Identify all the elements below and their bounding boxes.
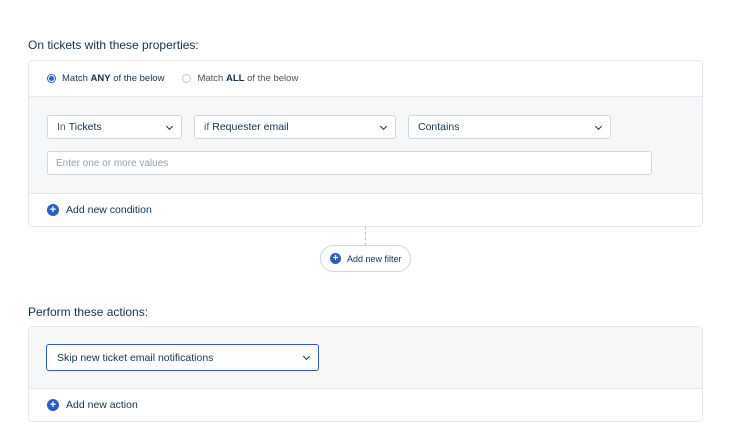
condition-row: In Tickets if Requester email Contains	[29, 97, 702, 194]
conditions-title: On tickets with these properties:	[28, 38, 199, 52]
add-action-label: Add new action	[66, 399, 138, 411]
match-any-suffix: of the below	[110, 73, 165, 84]
radio-checked-icon	[47, 74, 56, 83]
field-value: Requester email	[212, 121, 289, 133]
radio-unchecked-icon	[182, 74, 192, 83]
chevron-down-icon	[594, 122, 603, 131]
operator-value: Contains	[418, 121, 460, 133]
add-condition-button[interactable]: + Add new condition	[29, 194, 702, 226]
action-value: Skip new ticket email notifications	[57, 351, 214, 364]
match-all-suffix: of the below	[244, 73, 299, 84]
field-prefix: if	[204, 121, 210, 133]
chevron-down-icon	[165, 122, 174, 131]
conditions-panel: Match ANY of the below Match ALL of the …	[28, 60, 703, 227]
match-any-radio[interactable]: Match ANY of the below	[47, 73, 164, 84]
match-all-strong: ALL	[225, 73, 245, 84]
chevron-down-icon	[379, 122, 388, 131]
match-any-strong: ANY	[90, 73, 111, 84]
connector-line	[365, 226, 366, 246]
actions-title: Perform these actions:	[28, 305, 149, 319]
match-all-prefix: Match	[197, 73, 226, 84]
chevron-down-icon	[302, 352, 311, 361]
scope-value: Tickets	[68, 121, 102, 133]
operator-select[interactable]: Contains	[408, 115, 611, 139]
action-row: Skip new ticket email notifications	[29, 327, 702, 389]
actions-panel: Skip new ticket email notifications + Ad…	[28, 326, 703, 422]
add-action-button[interactable]: + Add new action	[29, 389, 702, 421]
add-condition-label: Add new condition	[66, 204, 152, 216]
add-filter-label: Add new filter	[347, 253, 402, 264]
plus-circle-icon: +	[330, 253, 341, 264]
match-any-prefix: Match	[62, 73, 91, 84]
values-input[interactable]	[47, 151, 652, 175]
action-select[interactable]: Skip new ticket email notifications	[46, 344, 319, 371]
field-select[interactable]: if Requester email	[194, 115, 396, 139]
plus-circle-icon: +	[47, 399, 59, 411]
scope-select[interactable]: In Tickets	[47, 115, 182, 139]
match-type-row: Match ANY of the below Match ALL of the …	[29, 61, 702, 97]
add-filter-button[interactable]: + Add new filter	[320, 245, 411, 272]
plus-circle-icon: +	[47, 204, 59, 216]
scope-prefix: In	[57, 121, 66, 133]
match-all-radio[interactable]: Match ALL of the below	[182, 73, 298, 84]
